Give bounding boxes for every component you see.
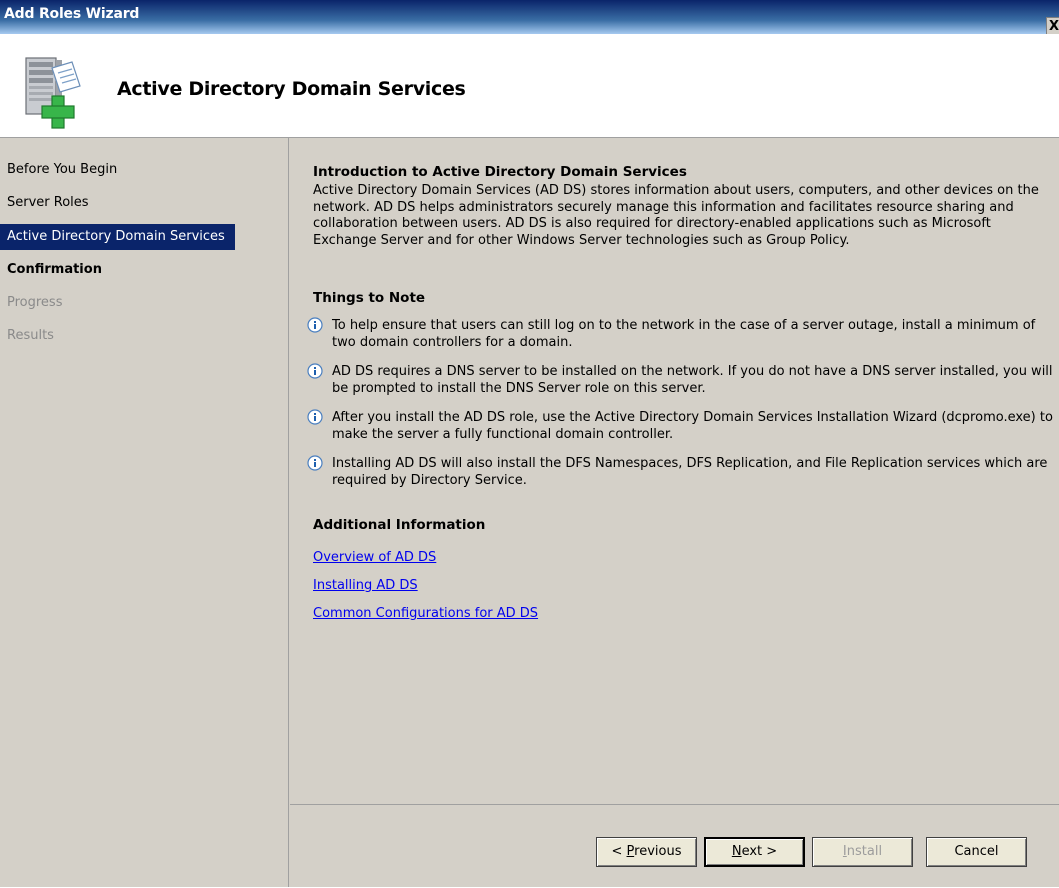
previous-accel: P: [626, 844, 635, 859]
install-button: Install: [812, 837, 913, 867]
page-title: Active Directory Domain Services: [117, 78, 466, 100]
info-icon: [307, 409, 323, 425]
install-label: nstall: [846, 844, 883, 859]
info-heading: Additional Information: [313, 517, 486, 533]
nav-item-before-you-begin[interactable]: Before You Begin: [0, 157, 235, 183]
note-text: After you install the AD DS role, use th…: [332, 410, 1053, 442]
main-content: Introduction to Active Directory Domain …: [290, 138, 1059, 804]
title-bar: Add Roles Wizard X: [0, 0, 1059, 36]
nav-item-ad-ds[interactable]: Active Directory Domain Services: [0, 224, 235, 250]
nav-item-confirmation[interactable]: Confirmation: [0, 257, 235, 283]
note-text: AD DS requires a DNS server to be instal…: [332, 364, 1053, 396]
link-common-configurations[interactable]: Common Configurations for AD DS: [313, 606, 538, 621]
button-bar: < Previous Next > Install Cancel: [290, 804, 1059, 888]
wizard-window: Add Roles Wizard X Active Directory Doma…: [0, 0, 1059, 887]
nav-item-server-roles[interactable]: Server Roles: [0, 190, 235, 216]
link-installing-ad-ds[interactable]: Installing AD DS: [313, 578, 418, 593]
server-add-icon: [25, 57, 81, 129]
note-text: To help ensure that users can still log …: [332, 318, 1036, 350]
next-label: ext >: [741, 844, 778, 859]
info-icon: [307, 317, 323, 333]
cancel-button[interactable]: Cancel: [926, 837, 1027, 867]
next-accel: N: [731, 844, 742, 859]
window-title: Add Roles Wizard: [4, 6, 140, 22]
nav-item-progress: Progress: [7, 295, 63, 310]
previous-prefix: <: [611, 844, 627, 859]
link-overview-ad-ds[interactable]: Overview of AD DS: [313, 550, 436, 565]
intro-text: Active Directory Domain Services (AD DS)…: [313, 183, 1039, 248]
notes-heading: Things to Note: [313, 290, 426, 306]
wizard-header: Active Directory Domain Services: [0, 34, 1059, 138]
intro-heading: Introduction to Active Directory Domain …: [313, 164, 687, 180]
note-text: Installing AD DS will also install the D…: [332, 456, 1048, 488]
wizard-nav: Before You Begin Server Roles Active Dir…: [0, 138, 289, 887]
previous-button[interactable]: < Previous: [596, 837, 697, 867]
info-icon: [307, 455, 323, 471]
next-button[interactable]: Next >: [704, 837, 805, 867]
info-icon: [307, 363, 323, 379]
previous-label: revious: [634, 844, 682, 859]
nav-item-results: Results: [7, 328, 54, 343]
